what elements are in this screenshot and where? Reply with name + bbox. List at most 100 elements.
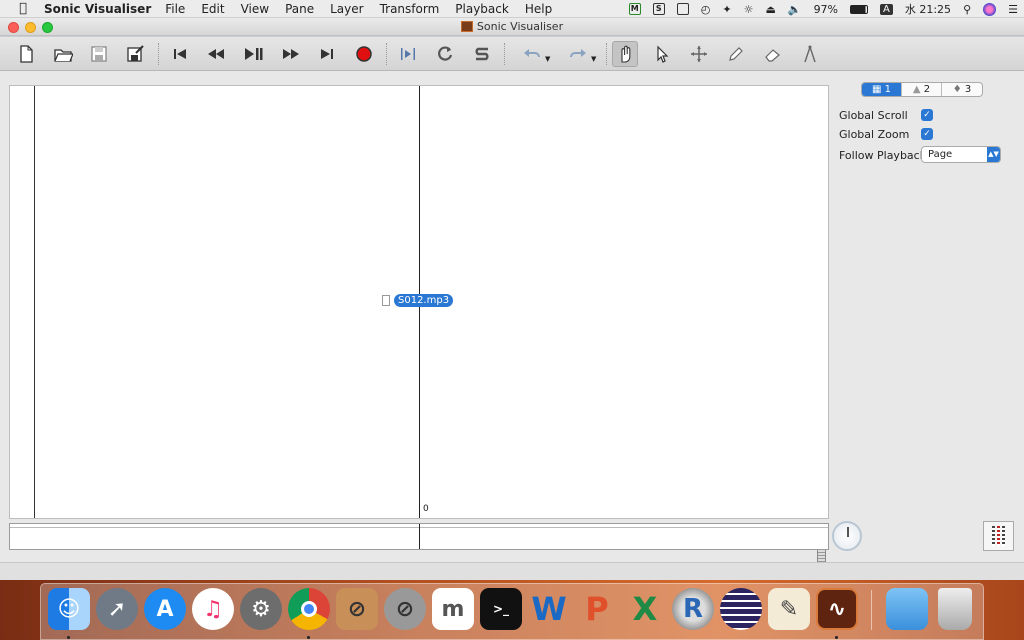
app-menu[interactable]: Sonic Visualiser — [44, 2, 151, 16]
menu-layer[interactable]: Layer — [330, 2, 363, 16]
minimize-window-button[interactable] — [25, 22, 36, 33]
running-indicator — [307, 636, 310, 639]
downloads-folder-icon[interactable] — [886, 588, 928, 630]
network-icon[interactable]: ✦ — [722, 3, 731, 16]
status-bar — [0, 562, 1024, 580]
textedit-icon[interactable]: ✎ — [768, 588, 810, 630]
measure-tool-compass-icon[interactable] — [797, 41, 823, 67]
solo-icon[interactable] — [469, 41, 495, 67]
record-icon[interactable] — [351, 41, 377, 67]
tab-3[interactable]: ♦ 3 — [942, 83, 982, 96]
global-zoom-checkbox[interactable]: ✓ — [921, 128, 933, 140]
level-meter-icon[interactable] — [983, 521, 1014, 551]
sonic-visualiser-dock-icon[interactable]: ∿ — [816, 588, 858, 630]
wifi-icon[interactable]: ☼ — [744, 3, 754, 16]
playback-speed-dial[interactable] — [832, 521, 862, 551]
redo-icon[interactable] — [565, 41, 591, 67]
navigate-tool-hand-icon[interactable] — [612, 41, 638, 67]
rewind-start-icon[interactable] — [167, 41, 193, 67]
eclipse-icon[interactable] — [720, 588, 762, 630]
toolbar-separator — [504, 43, 505, 65]
fast-forward-icon[interactable] — [278, 41, 304, 67]
ffwd-end-icon[interactable] — [314, 41, 340, 67]
overview-pane[interactable] — [9, 523, 829, 550]
dragged-file-chip[interactable]: S012.mp3 — [382, 294, 454, 307]
window-title: Sonic Visualiser — [476, 20, 564, 33]
shield-s-icon[interactable]: S — [652, 3, 665, 15]
global-scroll-checkbox[interactable]: ✓ — [921, 109, 933, 121]
menu-file[interactable]: File — [165, 2, 185, 16]
menu-pane[interactable]: Pane — [285, 2, 314, 16]
menu-view[interactable]: View — [241, 2, 269, 16]
open-folder-icon[interactable] — [50, 41, 76, 67]
menu-transform[interactable]: Transform — [380, 2, 440, 16]
loop-icon[interactable] — [432, 41, 458, 67]
time-machine-icon[interactable]: ◴ — [701, 3, 711, 16]
new-session-icon[interactable] — [13, 41, 39, 67]
undo-menu-chevron-down-icon[interactable]: ▼ — [545, 55, 550, 63]
toolbar-separator — [386, 43, 387, 65]
undo-icon[interactable] — [519, 41, 545, 67]
input-method-icon[interactable]: A — [880, 3, 893, 15]
play-selection-icon[interactable] — [395, 41, 421, 67]
battery-icon[interactable] — [850, 4, 869, 14]
select-tool-arrow-icon[interactable] — [649, 41, 675, 67]
tab-1-icon: ▦ — [871, 84, 885, 95]
user-avatar-icon[interactable] — [983, 2, 997, 16]
play-pause-icon[interactable] — [241, 41, 267, 67]
terminal-icon[interactable]: >_ — [480, 588, 522, 630]
menu-help[interactable]: Help — [525, 2, 552, 16]
trash-icon[interactable] — [938, 588, 972, 630]
dragged-file-label: S012.mp3 — [394, 294, 454, 307]
tab-3-icon: ♦ — [952, 84, 965, 95]
erase-tool-eraser-icon[interactable] — [760, 41, 786, 67]
r-language-icon[interactable]: R — [672, 588, 714, 630]
window-square-icon[interactable] — [676, 3, 689, 15]
dock: ☺ ➚ A ♫ ⚙ ⊘ ⊘ m >_ W P X R ✎ ∿ — [40, 583, 984, 640]
microsoft-excel-icon[interactable]: X — [624, 588, 666, 630]
rewind-icon[interactable] — [203, 41, 229, 67]
draw-tool-pencil-icon[interactable] — [722, 41, 748, 67]
itunes-icon[interactable]: ♫ — [192, 588, 234, 630]
system-preferences-icon[interactable]: ⚙ — [240, 588, 282, 630]
close-window-button[interactable] — [8, 22, 19, 33]
spotlight-search-icon[interactable]: ⚲ — [963, 3, 971, 16]
apple-menu-icon[interactable]:  — [14, 1, 32, 16]
chevron-updown-icon: ▲▼ — [987, 147, 1000, 162]
notification-center-icon[interactable]: ☰ — [1008, 3, 1018, 16]
dock-separator — [871, 590, 872, 630]
menu-playback[interactable]: Playback — [455, 2, 509, 16]
follow-playback-value: Page — [928, 149, 953, 160]
pane-vertical-scale-line — [34, 86, 35, 518]
menu-edit[interactable]: Edit — [201, 2, 224, 16]
tab-1[interactable]: ▦ 1 — [862, 83, 902, 96]
save-as-icon[interactable] — [122, 41, 148, 67]
eject-icon[interactable]: ⏏ — [765, 3, 775, 16]
status-app-icon[interactable]: M — [628, 3, 641, 15]
instruments-icon[interactable]: ⊘ — [336, 588, 378, 630]
app-store-icon[interactable]: A — [144, 588, 186, 630]
chrome-icon[interactable] — [288, 588, 330, 630]
redo-menu-chevron-down-icon[interactable]: ▼ — [591, 55, 596, 63]
battery-percent[interactable]: 97% — [814, 3, 838, 16]
pane-tabs: ▦ 1 ▲ 2 ♦ 3 — [861, 82, 983, 97]
tab-2[interactable]: ▲ 2 — [902, 83, 942, 96]
waveform-pane[interactable]: 0 S012.mp3 — [9, 85, 829, 519]
move-tool-icon[interactable] — [686, 41, 712, 67]
clock[interactable]: 水 21:25 — [905, 1, 951, 17]
musescore-icon[interactable]: m — [432, 588, 474, 630]
microsoft-powerpoint-icon[interactable]: P — [576, 588, 618, 630]
disk-utility-icon[interactable]: ⊘ — [384, 588, 426, 630]
microsoft-word-icon[interactable]: W — [528, 588, 570, 630]
launchpad-icon[interactable]: ➚ — [96, 588, 138, 630]
main-toolbar: ▼ ▼ — [0, 37, 1024, 71]
save-icon[interactable] — [86, 41, 112, 67]
finder-icon[interactable]: ☺ — [48, 588, 90, 630]
property-panel: ▦ 1 ▲ 2 ♦ 3 Global Scroll ✓ Global Zoom … — [829, 78, 1024, 518]
volume-icon[interactable]: 🔈 — [788, 3, 802, 16]
tab-3-label: 3 — [964, 84, 972, 95]
zoom-window-button[interactable] — [42, 22, 53, 33]
tab-2-icon: ▲ — [912, 84, 924, 95]
toolbar-separator — [606, 43, 607, 65]
follow-playback-select[interactable]: Page ▲▼ — [921, 146, 1001, 163]
